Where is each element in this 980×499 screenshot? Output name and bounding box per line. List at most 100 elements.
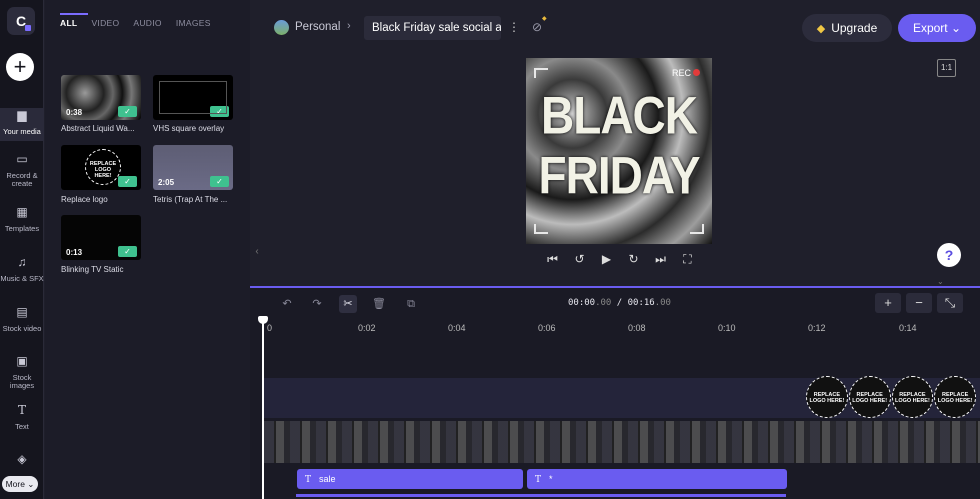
- text-clip-label: *: [549, 474, 553, 484]
- check-icon: ✓: [210, 176, 229, 187]
- rail-stock-video-label: Stock video: [2, 324, 42, 333]
- duration-badge: 0:38: [66, 108, 83, 117]
- upgrade-button[interactable]: ◆ Upgrade: [802, 14, 892, 42]
- media-thumb-tv-static[interactable]: 0:13 ✓: [61, 215, 141, 260]
- rail-music-sfx-label: Music & SFX: [0, 274, 44, 283]
- help-button[interactable]: ?: [937, 243, 961, 267]
- media-caption: Abstract Liquid Wa...: [61, 124, 135, 133]
- export-button[interactable]: Export ⌄: [898, 14, 976, 42]
- check-icon: ✓: [118, 106, 137, 117]
- text-icon: T: [17, 403, 26, 417]
- tab-all[interactable]: ALL: [60, 13, 89, 28]
- premium-gem-icon: ◆: [542, 16, 547, 22]
- cloud-sync-off-icon[interactable]: ⊘ ◆: [532, 16, 547, 34]
- forward-5-icon[interactable]: ↻: [627, 252, 640, 267]
- split-scissors-icon[interactable]: ✂: [339, 295, 357, 313]
- film-icon: ▤: [16, 305, 28, 319]
- rec-indicator: REC: [672, 68, 700, 78]
- grid-icon: ▦: [16, 205, 28, 219]
- logo-frame: REPLACE LOGO HERE!: [848, 376, 891, 418]
- rec-dot-icon: [693, 69, 700, 76]
- app-logo[interactable]: C: [7, 7, 35, 35]
- rail-templates-label: Templates: [4, 224, 40, 233]
- more-button[interactable]: More ⌄: [2, 476, 38, 492]
- skip-start-icon[interactable]: ⏮: [546, 252, 559, 267]
- rail-text[interactable]: T Text: [0, 403, 44, 431]
- text-clip-asterisk[interactable]: T *: [527, 469, 787, 489]
- check-icon: ✓: [118, 246, 137, 257]
- play-icon[interactable]: ▶: [600, 252, 613, 267]
- more-options-icon[interactable]: ⋮: [508, 20, 520, 34]
- rail-record-create-label: Record & create: [6, 171, 38, 188]
- left-rail: C + ▆ Your media ▭ Record & create ▦ Tem…: [0, 0, 44, 499]
- project-avatar[interactable]: [274, 20, 289, 35]
- fit-timeline-button[interactable]: ⤡: [937, 293, 963, 313]
- zoom-in-button[interactable]: +: [875, 293, 901, 313]
- collapse-panel-chevron-icon[interactable]: ‹: [250, 240, 264, 264]
- media-thumb-replace-logo[interactable]: REPLACE LOGO HERE! ✓: [61, 145, 141, 190]
- logo-frame: REPLACE LOGO HERE!: [806, 376, 848, 418]
- media-caption: Tetris (Trap At The ...: [153, 195, 228, 204]
- playback-controls: ⏮ ↺ ▶ ↻ ⏭ ⛶: [546, 252, 694, 267]
- preview-text-line2: FRIDAY: [538, 145, 701, 205]
- text-icon: T: [535, 475, 542, 485]
- text-clip-sale[interactable]: Tsale: [297, 469, 523, 489]
- rec-label: REC: [671, 68, 691, 78]
- app-logo-letter: C: [15, 13, 27, 29]
- fullscreen-icon[interactable]: ⛶: [681, 252, 694, 267]
- preview-text-line1: BLACK: [541, 85, 698, 145]
- undo-icon[interactable]: ↶: [278, 295, 296, 313]
- rail-stock-images[interactable]: ▣ Stock images: [0, 354, 44, 390]
- rail-record-create[interactable]: ▭ Record & create: [0, 152, 44, 188]
- video-preview[interactable]: REC BLACK FRIDAY: [526, 58, 712, 244]
- add-media-button[interactable]: +: [6, 53, 34, 81]
- media-thumb-vhs-overlay[interactable]: ✓: [153, 75, 233, 120]
- zoom-out-button[interactable]: −: [906, 293, 932, 313]
- rail-music-sfx[interactable]: ♫ Music & SFX: [0, 255, 44, 283]
- rail-stock-video[interactable]: ▤ Stock video: [0, 305, 44, 333]
- tick-label: 0:08: [628, 323, 646, 333]
- project-title-input[interactable]: Black Friday sale social a: [364, 16, 501, 40]
- camera-icon: ▭: [16, 152, 28, 166]
- time-ruler[interactable]: 0 0:02 0:04 0:06 0:08 0:10 0:12 0:14: [262, 320, 980, 334]
- current-time: 00:00: [568, 298, 596, 308]
- tab-images[interactable]: IMAGES: [176, 18, 211, 28]
- logo-placeholder: REPLACE LOGO HERE!: [85, 149, 121, 185]
- logo-frame: REPLACE LOGO HERE!: [934, 376, 976, 418]
- video-clip-vhs[interactable]: [264, 421, 980, 463]
- tab-video[interactable]: VIDEO: [91, 18, 119, 28]
- text-clip-label: sale: [319, 474, 336, 484]
- image-icon: ▣: [16, 354, 28, 368]
- rail-shapes[interactable]: ◈: [0, 453, 44, 472]
- total-time: 00:16: [627, 298, 655, 308]
- vhs-corner: [690, 224, 704, 234]
- tab-audio[interactable]: AUDIO: [133, 18, 161, 28]
- media-caption: Blinking TV Static: [61, 265, 124, 274]
- rail-text-label: Text: [15, 422, 29, 431]
- tick-label: 0:02: [358, 323, 376, 333]
- current-time-ms: .00: [595, 298, 612, 308]
- skip-end-icon[interactable]: ⏭: [654, 252, 667, 267]
- add-to-library-icon[interactable]: ⧉: [402, 295, 420, 313]
- playhead[interactable]: [258, 316, 268, 499]
- media-thumb-tetris-audio[interactable]: 2:05 ✓: [153, 145, 233, 190]
- text-icon: T: [305, 475, 312, 485]
- music-icon: ♫: [17, 255, 27, 269]
- rail-your-media[interactable]: ▆ Your media: [0, 108, 44, 141]
- rewind-5-icon[interactable]: ↺: [573, 252, 586, 267]
- collapse-timeline-chevron-icon[interactable]: ⌄: [937, 277, 944, 286]
- rail-templates[interactable]: ▦ Templates: [0, 205, 44, 233]
- media-tabs: ALL VIDEO AUDIO IMAGES: [60, 13, 211, 28]
- media-caption: VHS square overlay: [153, 124, 225, 133]
- redo-icon[interactable]: ↷: [308, 295, 326, 313]
- logo-clip[interactable]: REPLACE LOGO HERE! REPLACE LOGO HERE! RE…: [806, 376, 976, 418]
- tick-label: 0:10: [718, 323, 736, 333]
- aspect-ratio-button[interactable]: 1:1: [937, 59, 956, 77]
- media-thumb-abstract-liquid[interactable]: 0:38 ✓: [61, 75, 141, 120]
- timeline: ↶ ↷ ✂ 🗑 ⧉ 00:00.00 / 00:16.00 + − ⤡ 0 0:…: [250, 286, 980, 499]
- delete-icon[interactable]: 🗑: [370, 295, 388, 313]
- upgrade-label: Upgrade: [831, 21, 878, 35]
- rail-stock-images-label: Stock images: [9, 373, 35, 390]
- project-folder[interactable]: Personal: [295, 21, 340, 33]
- media-caption: Replace logo: [61, 195, 108, 204]
